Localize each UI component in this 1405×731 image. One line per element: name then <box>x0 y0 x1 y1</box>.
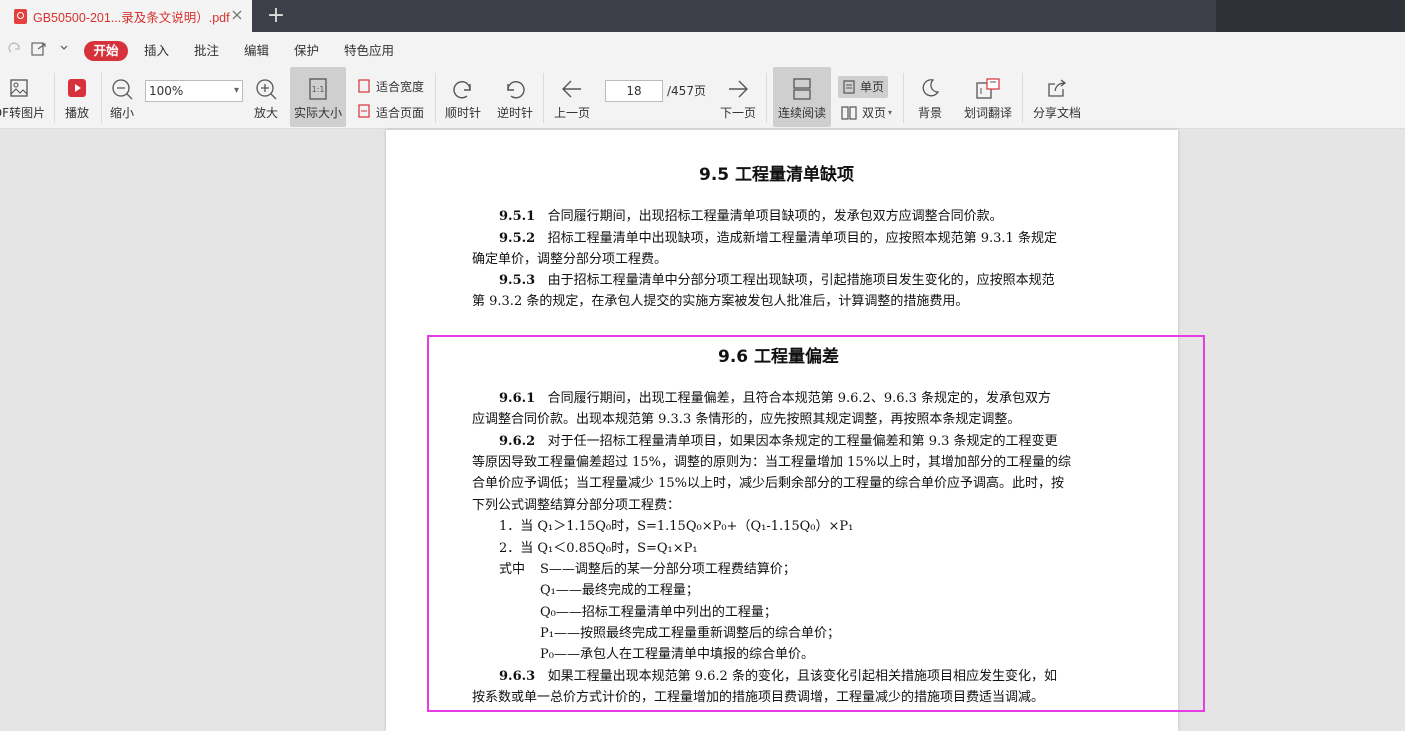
clause-9-5-1: 9.5.1 合同履行期间，出现招标工程量清单项目缺项的，发承包双方应调整合同价款… <box>499 209 1003 224</box>
chevron-down-icon: ▾ <box>888 108 893 117</box>
share-icon <box>1048 79 1067 97</box>
section-heading-9-5: 9.5 工程量清单缺项 <box>699 165 855 185</box>
rotate-cw-icon <box>453 81 471 99</box>
zoom-in-icon <box>256 79 277 100</box>
clause-9-5-2-cont: 确定单价，调整分部分项工程费。 <box>472 252 668 267</box>
menu-insert[interactable]: 插入 <box>144 41 169 61</box>
fit-page-button[interactable]: 适合页面 <box>376 102 424 124</box>
zoom-out-button[interactable]: 缩小 <box>104 67 140 127</box>
image-icon <box>10 79 28 97</box>
document-tab[interactable]: GB50500-201...录及条文说明）.pdf <box>0 0 252 32</box>
continuous-reading-button[interactable]: 连续阅读 <box>773 67 831 127</box>
page-total: /457页 <box>667 84 706 98</box>
fit-page-icon <box>358 104 370 118</box>
clause-9-5-3: 9.5.3 由于招标工程量清单中分部分项工程出现缺项，引起措施项目发生变化的，应… <box>499 273 1055 288</box>
actual-size-button[interactable]: 1:1 实际大小 <box>290 67 346 127</box>
toolbar: DF转图片 播放 缩小 100% 放大 1:1 实际大小 适合宽度 适合页面 顺… <box>0 67 1405 129</box>
double-page-button[interactable]: 双页 ▾ <box>838 102 898 124</box>
next-page-button[interactable]: 下一页 <box>718 67 758 127</box>
zoom-in-button[interactable]: 放大 <box>248 67 284 127</box>
title-bar-right <box>1216 0 1405 32</box>
rotate-cw-button[interactable]: 顺时针 <box>442 67 484 127</box>
prev-page-button[interactable]: 上一页 <box>552 67 592 127</box>
arrow-right-icon <box>729 80 748 98</box>
menu-annotate[interactable]: 批注 <box>194 41 219 61</box>
continuous-reading-icon <box>793 78 811 100</box>
word-translate-button[interactable]: 划词翻译 <box>960 67 1016 127</box>
clause-9-5-3-cont: 第 9.3.2 条的规定，在承包人提交的实施方案被发包人批准后，计算调整的措施费… <box>472 294 969 309</box>
menu-features[interactable]: 特色应用 <box>344 41 394 61</box>
pdf-file-icon <box>14 8 27 24</box>
zoom-select[interactable]: 100% <box>145 80 243 102</box>
moon-icon <box>922 79 940 97</box>
highlight-annotation-box <box>427 335 1205 712</box>
menu-start[interactable]: 开始 <box>84 41 128 61</box>
tab-title: GB50500-201...录及条文说明）.pdf <box>33 10 230 25</box>
play-button[interactable]: 播放 <box>60 67 94 127</box>
double-page-icon <box>841 106 857 120</box>
zoom-out-icon <box>112 79 133 100</box>
fit-width-button[interactable]: 适合宽度 <box>376 76 424 98</box>
rotate-ccw-icon <box>507 81 525 99</box>
translate-icon <box>976 78 1000 99</box>
close-tab-icon[interactable] <box>230 8 244 22</box>
clause-9-5-2: 9.5.2 招标工程量清单中出现缺项，造成新增工程量清单项目的，应按照本规范第 … <box>499 231 1057 246</box>
tab-bar: GB50500-201...录及条文说明）.pdf + <box>0 0 1405 32</box>
single-page-button[interactable]: 单页 <box>838 76 888 98</box>
play-icon <box>68 79 86 97</box>
menu-edit[interactable]: 编辑 <box>244 41 269 61</box>
fit-width-icon <box>358 79 370 93</box>
new-tab-button[interactable]: + <box>266 5 286 27</box>
pdf-to-image-button[interactable]: DF转图片 <box>0 67 46 127</box>
rotate-ccw-button[interactable]: 逆时针 <box>494 67 536 127</box>
svg-text:1:1: 1:1 <box>312 85 325 94</box>
redo-icon[interactable] <box>8 42 22 56</box>
single-page-icon <box>843 80 855 94</box>
actual-size-icon: 1:1 <box>309 78 327 100</box>
background-button[interactable]: 背景 <box>910 67 950 127</box>
page-number-input[interactable]: 18 <box>605 80 663 102</box>
arrow-left-icon <box>562 80 581 98</box>
share-file-icon[interactable] <box>30 41 48 57</box>
share-document-button[interactable]: 分享文档 <box>1030 67 1084 127</box>
menu-protect[interactable]: 保护 <box>294 41 319 61</box>
chevron-down-icon[interactable] <box>59 44 69 52</box>
